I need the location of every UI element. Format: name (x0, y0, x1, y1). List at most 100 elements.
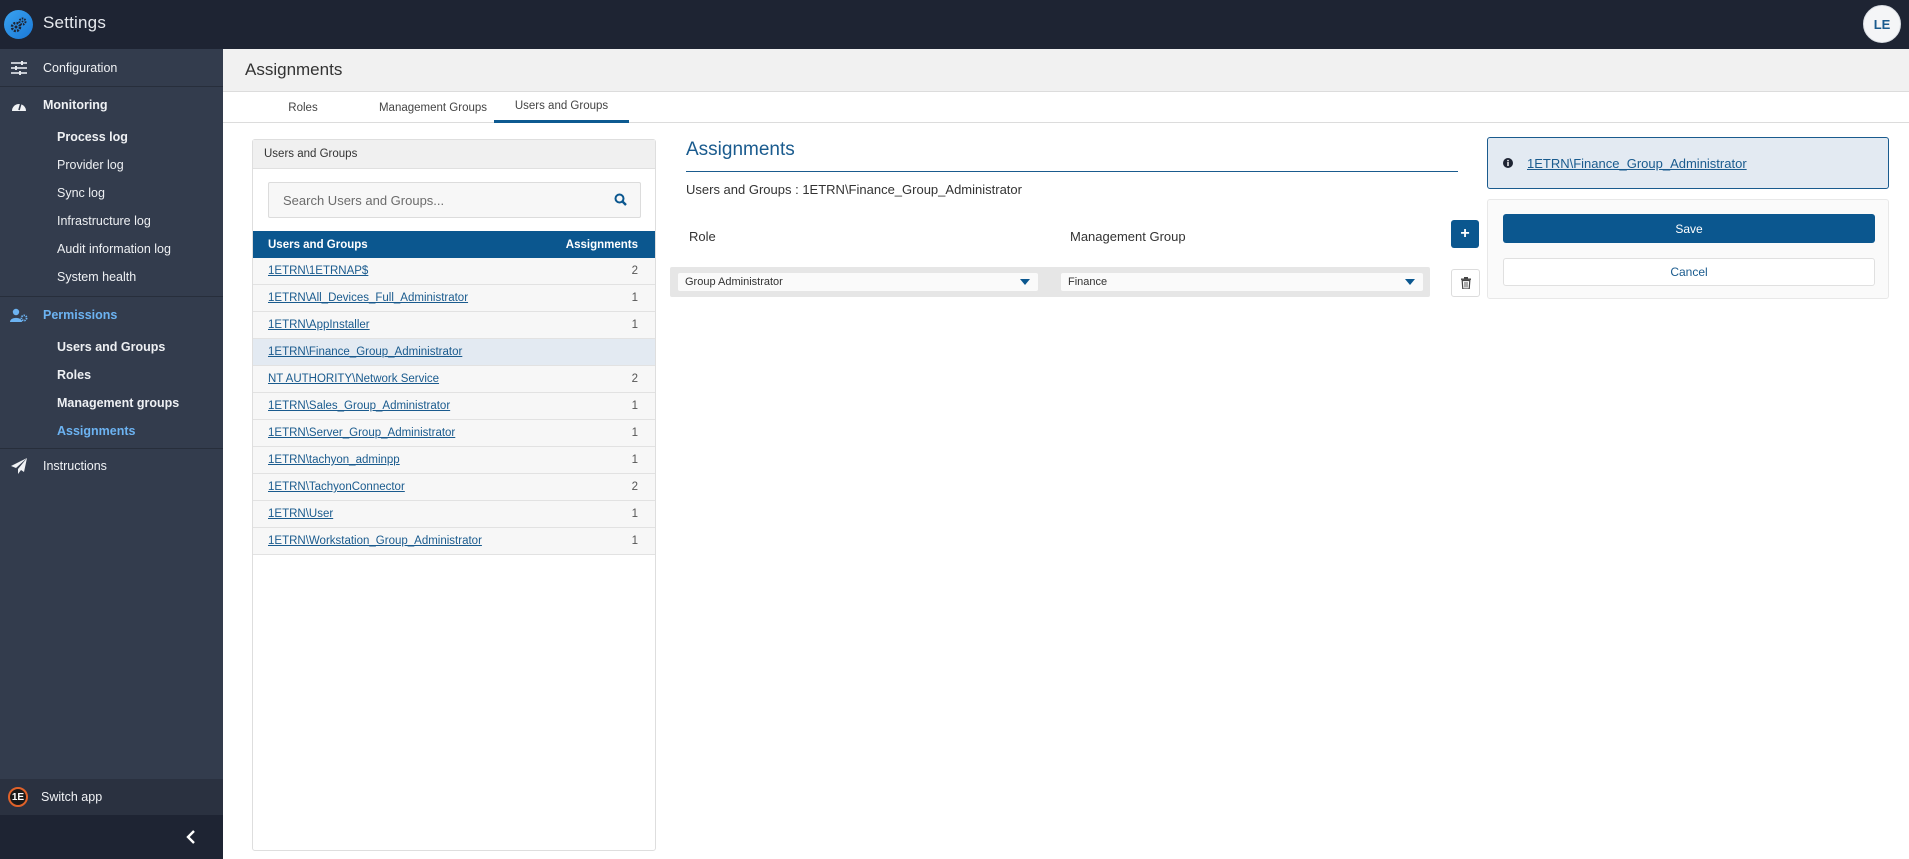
table-row[interactable]: 1ETRN\Server_Group_Administrator 1 (253, 420, 655, 447)
user-group-link[interactable]: 1ETRN\Server_Group_Administrator (268, 427, 455, 439)
sidebar-item-instructions[interactable]: Instructions (0, 449, 223, 482)
column-header-assignments[interactable]: Assignments (566, 239, 638, 251)
sidebar-item-label: Permissions (43, 308, 118, 322)
user-avatar[interactable]: LE (1863, 5, 1901, 43)
sidebar-item-roles[interactable]: Roles (0, 361, 223, 389)
panel-header: Users and Groups (253, 140, 655, 169)
column-label-role: Role (689, 229, 716, 244)
assignment-count: 1 (631, 400, 638, 412)
assignment-count: 1 (631, 292, 638, 304)
user-group-link[interactable]: 1ETRN\Workstation_Group_Administrator (268, 535, 482, 547)
user-group-link[interactable]: 1ETRN\User (268, 508, 333, 520)
sidebar-item-label: Monitoring (43, 98, 108, 112)
page-title: Assignments (245, 60, 343, 79)
nav-section-instructions: Instructions (0, 449, 223, 482)
user-gear-icon (10, 306, 28, 324)
assignment-count: 1 (631, 319, 638, 331)
management-group-select-value: Finance (1068, 276, 1108, 288)
user-group-link[interactable]: NT AUTHORITY\Network Service (268, 373, 439, 385)
caret-down-icon (1020, 279, 1030, 285)
tab-management-groups[interactable]: Management Groups (353, 92, 513, 123)
table-row[interactable]: 1ETRN\1ETRNAP$ 2 (253, 258, 655, 285)
assignment-row: Group Administrator Finance (670, 267, 1430, 297)
search-input[interactable] (269, 192, 589, 208)
table-row[interactable]: 1ETRN\AppInstaller 1 (253, 312, 655, 339)
user-group-link[interactable]: 1ETRN\TachyonConnector (268, 481, 405, 493)
collapse-sidebar-button[interactable] (181, 827, 201, 847)
table-row[interactable]: 1ETRN\Workstation_Group_Administrator 1 (253, 528, 655, 555)
user-group-link[interactable]: 1ETRN\All_Devices_Full_Administrator (268, 292, 468, 304)
assignment-count: 1 (631, 508, 638, 520)
main-area: Assignments Roles Management Groups User… (223, 49, 1909, 859)
switch-app-label: Switch app (41, 790, 103, 804)
sidebar-item-infrastructure-log[interactable]: Infrastructure log (0, 207, 223, 235)
selected-user-link[interactable]: 1ETRN\Finance_Group_Administrator (1527, 156, 1747, 171)
selected-user-info: 1ETRN\Finance_Group_Administrator (1487, 137, 1889, 189)
add-assignment-button[interactable]: + (1451, 220, 1479, 248)
assignment-count: 1 (631, 535, 638, 547)
table-row[interactable]: 1ETRN\Finance_Group_Administrator (253, 339, 655, 366)
nav-section-permissions: Permissions Users and Groups Roles Manag… (0, 297, 223, 448)
sidebar-item-management-groups[interactable]: Management groups (0, 389, 223, 417)
assignment-count: 2 (631, 265, 638, 277)
assignment-count: 2 (631, 481, 638, 493)
table-row[interactable]: NT AUTHORITY\Network Service 2 (253, 366, 655, 393)
sidebar-item-assignments[interactable]: Assignments (0, 417, 223, 445)
management-group-select[interactable]: Finance (1061, 273, 1423, 291)
info-icon (1503, 158, 1513, 168)
sidebar-item-label: Instructions (43, 458, 107, 473)
table-header: Users and Groups Assignments (253, 231, 655, 258)
table-row[interactable]: 1ETRN\Sales_Group_Administrator 1 (253, 393, 655, 420)
cancel-button[interactable]: Cancel (1503, 258, 1875, 286)
table-body: 1ETRN\1ETRNAP$ 2 1ETRN\All_Devices_Full_Ad… (253, 258, 655, 555)
tab-roles[interactable]: Roles (268, 92, 338, 123)
sidebar-item-provider-log[interactable]: Provider log (0, 151, 223, 179)
delete-assignment-button[interactable] (1451, 269, 1480, 297)
switch-app-button[interactable]: 1E Switch app (0, 779, 223, 815)
assignment-count: 2 (631, 373, 638, 385)
table-row[interactable]: 1ETRN\All_Devices_Full_Administrator 1 (253, 285, 655, 312)
assignment-count: 1 (631, 427, 638, 439)
tab-bar: Roles Management Groups Users and Groups (223, 92, 1909, 123)
users-and-groups-panel: Users and Groups Users and Groups Assign… (252, 139, 656, 851)
column-header-users-and-groups[interactable]: Users and Groups (268, 239, 368, 251)
assignment-count: 1 (631, 454, 638, 466)
search-box (268, 182, 641, 218)
nav-section-configuration: Configuration (0, 49, 223, 86)
role-select[interactable]: Group Administrator (678, 273, 1038, 291)
role-select-value: Group Administrator (685, 276, 783, 288)
gauge-icon (10, 96, 28, 114)
tab-users-and-groups[interactable]: Users and Groups (494, 92, 629, 123)
sidebar-item-configuration[interactable]: Configuration (0, 49, 223, 86)
1e-logo-icon: 1E (8, 787, 28, 807)
chevron-left-icon (186, 830, 195, 844)
sidebar-item-process-log[interactable]: Process log (0, 123, 223, 151)
table-row[interactable]: 1ETRN\User 1 (253, 501, 655, 528)
sliders-icon (10, 59, 28, 77)
column-label-management-group: Management Group (1070, 229, 1186, 244)
selected-user-label: Users and Groups : 1ETRN\Finance_Group_A… (686, 182, 1022, 197)
sidebar-item-permissions[interactable]: Permissions (0, 297, 223, 333)
search-icon[interactable] (614, 193, 628, 207)
save-button[interactable]: Save (1503, 214, 1875, 243)
page-header: Assignments (223, 49, 1909, 92)
user-group-link[interactable]: 1ETRN\1ETRNAP$ (268, 265, 368, 277)
user-group-link[interactable]: 1ETRN\tachyon_adminpp (268, 454, 400, 466)
table-row[interactable]: 1ETRN\tachyon_adminpp 1 (253, 447, 655, 474)
action-panel: Save Cancel (1487, 199, 1889, 299)
table-row[interactable]: 1ETRN\TachyonConnector 2 (253, 474, 655, 501)
sidebar-item-audit-information-log[interactable]: Audit information log (0, 235, 223, 263)
app-title: Settings (43, 13, 107, 32)
sidebar-item-system-health[interactable]: System health (0, 263, 223, 291)
trash-icon (1460, 277, 1471, 289)
user-group-link[interactable]: 1ETRN\Finance_Group_Administrator (268, 346, 462, 358)
nav-section-monitoring: Monitoring Process log Provider log Sync… (0, 87, 223, 296)
sidebar-item-users-and-groups[interactable]: Users and Groups (0, 333, 223, 361)
section-title: Assignments (686, 139, 1458, 172)
paper-plane-icon (10, 457, 28, 475)
top-bar: Settings LE (0, 0, 1909, 49)
sidebar-item-monitoring[interactable]: Monitoring (0, 87, 223, 123)
user-group-link[interactable]: 1ETRN\Sales_Group_Administrator (268, 400, 450, 412)
user-group-link[interactable]: 1ETRN\AppInstaller (268, 319, 370, 331)
sidebar-item-sync-log[interactable]: Sync log (0, 179, 223, 207)
